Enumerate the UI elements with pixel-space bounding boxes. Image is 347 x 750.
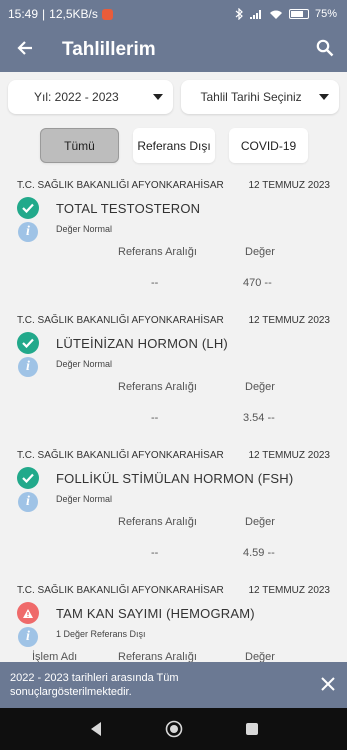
institution-name: T.C. SAĞLIK BAKANLIĞI AFYONKARAHİSAR [17,315,224,326]
system-nav-bar [0,708,347,750]
battery-icon [288,9,309,19]
results-list: T.C. SAĞLIK BAKANLIĞI AFYONKARAHİSAR 12 … [0,174,347,662]
network-speed: 12,5KB/s [49,7,98,21]
close-button[interactable] [321,676,335,694]
result-card[interactable]: T.C. SAĞLIK BAKANLIĞI AFYONKARAHİSAR 12 … [0,579,347,662]
clock: 15:49 [8,7,39,21]
process-name-header: İşlem Adı [32,651,78,662]
status-bar: 15:49 | 12,5KB/s 75% [0,0,347,28]
year-select-label: Yıl: 2022 - 2023 [34,90,119,104]
value-header: Değer [245,651,275,662]
page-title: Tahlillerim [62,39,156,60]
result-date: 12 TEMMUZ 2023 [248,585,330,596]
check-icon [17,467,39,489]
nav-home-icon[interactable] [165,720,183,738]
info-icon[interactable]: i [18,492,38,512]
date-select[interactable]: Tahlil Tarihi Seçiniz [180,80,339,114]
result-value: 4.59 -- [243,547,275,559]
filter-tabs: Tümü Referans Dışı COVID-19 [40,128,308,163]
result-card[interactable]: T.C. SAĞLIK BAKANLIĞI AFYONKARAHİSAR 12 … [0,174,347,304]
search-icon [316,39,334,56]
test-name: TOTAL TESTOSTERON [56,201,201,216]
result-note: 1 Değer Referans Dışı [56,629,146,639]
result-date: 12 TEMMUZ 2023 [248,180,330,191]
tab-all[interactable]: Tümü [40,128,119,163]
institution-name: T.C. SAĞLIK BAKANLIĞI AFYONKARAHİSAR [17,180,224,191]
value-header: Değer [245,246,275,258]
result-value: 3.54 -- [243,412,275,424]
warning-icon [17,602,39,624]
info-icon[interactable]: i [18,222,38,242]
check-icon [17,197,39,219]
check-icon [17,332,39,354]
caret-down-icon [319,94,329,100]
arrow-left-icon [17,41,32,55]
institution-name: T.C. SAĞLIK BAKANLIĞI AFYONKARAHİSAR [17,450,224,461]
reference-range-value: -- [151,547,159,559]
reference-range-header: Referans Aralığı [118,516,197,528]
tab-out-of-reference[interactable]: Referans Dışı [133,128,215,163]
nav-recents-icon[interactable] [245,722,259,736]
date-select-label: Tahlil Tarihi Seçiniz [200,90,302,104]
signal-icon [249,9,261,19]
test-name: TAM KAN SAYIMI (HEMOGRAM) [56,606,255,621]
result-value: 470 -- [243,277,272,289]
institution-name: T.C. SAĞLIK BAKANLIĞI AFYONKARAHİSAR [17,585,224,596]
value-header: Değer [245,516,275,528]
notification-icon [101,8,113,20]
result-note: Değer Normal [56,494,113,504]
reference-range-value: -- [151,412,159,424]
snackbar-message: 2022 - 2023 tarihleri arasında Tüm sonuç… [10,672,179,698]
snackbar: 2022 - 2023 tarihleri arasında Tüm sonuç… [0,662,347,708]
result-date: 12 TEMMUZ 2023 [248,315,330,326]
back-button[interactable] [0,37,50,63]
info-icon[interactable]: i [18,357,38,377]
app-bar: Tahlillerim [0,28,347,72]
caret-down-icon [152,94,163,100]
reference-range-header: Referans Aralığı [118,381,197,393]
bluetooth-icon [235,8,243,20]
test-name: LÜTEİNİZAN HORMON (LH) [56,336,228,351]
result-card[interactable]: T.C. SAĞLIK BAKANLIĞI AFYONKARAHİSAR 12 … [0,309,347,439]
result-note: Değer Normal [56,359,113,369]
result-card[interactable]: T.C. SAĞLIK BAKANLIĞI AFYONKARAHİSAR 12 … [0,444,347,574]
reference-range-value: -- [151,277,159,289]
battery-level: 75% [314,8,337,20]
close-icon [321,676,335,691]
result-note: Değer Normal [56,224,113,234]
year-select[interactable]: Yıl: 2022 - 2023 [8,80,173,114]
filter-row: Yıl: 2022 - 2023 Tahlil Tarihi Seçiniz [8,80,339,114]
value-header: Değer [245,381,275,393]
nav-back-icon[interactable] [89,721,103,737]
result-date: 12 TEMMUZ 2023 [248,450,330,461]
search-button[interactable] [303,39,347,62]
test-name: FOLLİKÜL STİMÜLAN HORMON (FSH) [56,471,294,486]
wifi-icon [269,10,282,19]
tab-covid-19[interactable]: COVID-19 [229,128,308,163]
reference-range-header: Referans Aralığı [118,651,197,662]
info-icon[interactable]: i [18,627,38,647]
reference-range-header: Referans Aralığı [118,246,197,258]
